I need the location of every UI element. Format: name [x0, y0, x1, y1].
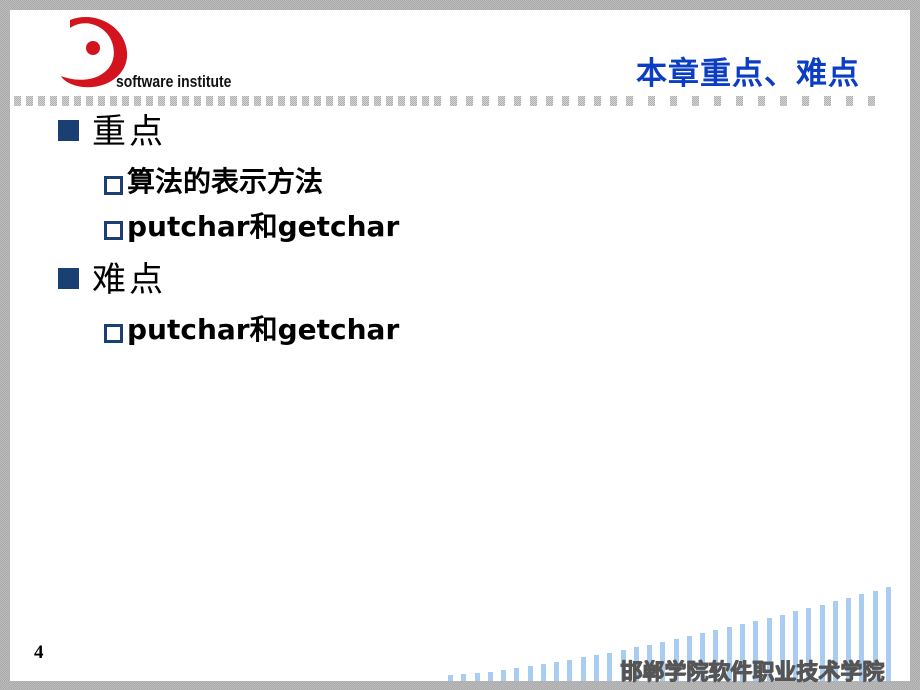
divider-dash [266, 96, 273, 106]
divider-dash [398, 96, 405, 106]
divider-dash [482, 96, 489, 106]
decorative-bar [501, 669, 507, 681]
hollow-square-bullet-icon [104, 221, 123, 240]
divider-dash [194, 96, 201, 106]
divider-dash [146, 96, 153, 106]
divider-dash [326, 96, 333, 106]
divider-dash [290, 96, 297, 106]
filled-square-bullet-icon [58, 268, 79, 289]
divider-dash [714, 96, 721, 106]
divider-dash [254, 96, 261, 106]
slide-frame-left [0, 0, 10, 690]
section-label: 重点 [92, 112, 166, 152]
divider-dash [158, 96, 165, 106]
decorative-bar [474, 673, 480, 681]
filled-square-bullet-icon [58, 120, 79, 141]
divider-dash [278, 96, 285, 106]
hollow-square-bullet-icon [104, 176, 123, 195]
divider-dash [610, 96, 617, 106]
decorative-bar [580, 657, 586, 681]
divider-dash [410, 96, 417, 106]
slide-title: 本章重点、难点 [636, 56, 860, 92]
divider-dash [110, 96, 117, 106]
page-number: 4 [34, 642, 44, 663]
footer-institution-name: 邯郸学院软件职业技术学院 [620, 660, 885, 685]
divider-dash [386, 96, 393, 106]
divider-dash [780, 96, 787, 106]
divider-dash [14, 96, 21, 106]
decorative-bar [514, 668, 520, 681]
divider-dash [514, 96, 521, 106]
divider-dash [98, 96, 105, 106]
divider-dash [170, 96, 177, 106]
divider-dash [594, 96, 601, 106]
divider-dash [122, 96, 129, 106]
decorative-bar [487, 671, 493, 681]
divider-dash [242, 96, 249, 106]
divider-dash [434, 96, 441, 106]
decorative-bar [886, 587, 891, 681]
divider-dash [846, 96, 853, 106]
divider-dash [182, 96, 189, 106]
decorative-bar [607, 652, 613, 681]
divider-dash [38, 96, 45, 106]
divider-dash [758, 96, 765, 106]
divider-dash [314, 96, 321, 106]
divider-dash [218, 96, 225, 106]
divider-dash [578, 96, 585, 106]
slide-frame-top [0, 0, 920, 10]
list-item-label: putchar和getchar [127, 313, 400, 346]
divider-dash [736, 96, 743, 106]
divider-dash [670, 96, 677, 106]
section-label: 难点 [92, 260, 166, 300]
decorative-bar [448, 675, 453, 681]
slide-content: 重点 算法的表示方法 putchar和getchar 难点 putchar和ge… [58, 112, 399, 355]
hollow-square-bullet-icon [104, 324, 123, 343]
divider-dash [648, 96, 655, 106]
section-key-points: 重点 [58, 112, 163, 162]
divider-dash [134, 96, 141, 106]
divider-dash [338, 96, 345, 106]
slide-frame-right [910, 0, 920, 690]
decorative-bar [594, 655, 599, 681]
header-divider [14, 96, 875, 106]
divider-dash [206, 96, 213, 106]
divider-dash [530, 96, 537, 106]
divider-dash [802, 96, 809, 106]
decorative-bar [461, 674, 467, 681]
divider-dash [26, 96, 33, 106]
divider-dash [74, 96, 81, 106]
divider-dash [498, 96, 505, 106]
divider-dash [230, 96, 237, 106]
logo-text: software institute [116, 72, 232, 91]
divider-dash [868, 96, 875, 106]
decorative-bar [540, 664, 546, 681]
divider-dash [824, 96, 831, 106]
divider-dash [692, 96, 699, 106]
divider-dash [50, 96, 57, 106]
list-item-label: putchar和getchar [127, 210, 400, 243]
decorative-bar [567, 659, 573, 681]
divider-dash [626, 96, 633, 106]
decorative-bar [554, 662, 560, 681]
divider-dash [466, 96, 473, 106]
divider-dash [422, 96, 429, 106]
divider-dash [86, 96, 93, 106]
divider-dash [302, 96, 309, 106]
divider-dash [546, 96, 553, 106]
divider-dash [62, 96, 69, 106]
section-difficult-points: 难点 [58, 260, 163, 310]
divider-dash [374, 96, 381, 106]
divider-dash [450, 96, 457, 106]
divider-dash [350, 96, 357, 106]
divider-dash [562, 96, 569, 106]
divider-dash [362, 96, 369, 106]
list-item-label: 算法的表示方法 [127, 165, 324, 198]
decorative-bar [527, 666, 533, 681]
